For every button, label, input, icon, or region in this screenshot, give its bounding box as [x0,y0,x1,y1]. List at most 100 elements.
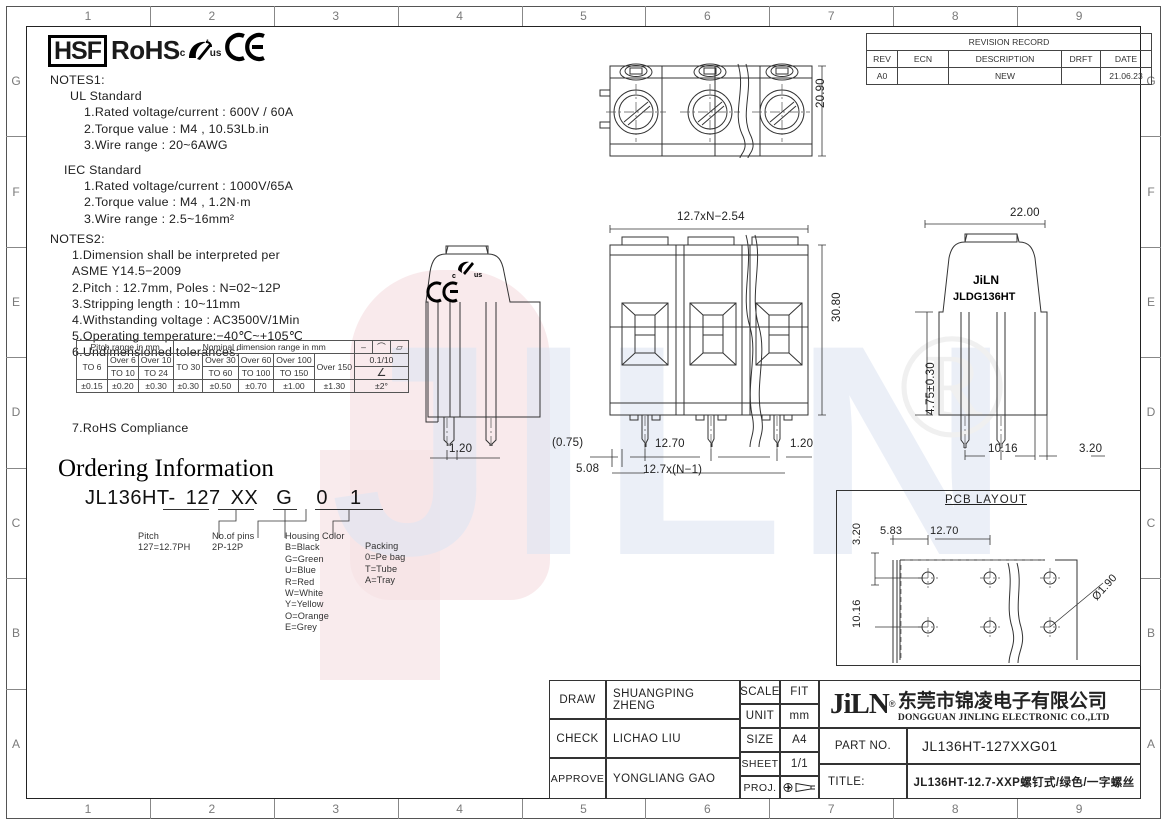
tol-r2-c8: Over 150 [313,353,355,380]
zone-divider [1141,467,1161,469]
legend-packing-line4: A=Tray [365,575,396,586]
zone-divider [397,6,399,26]
ce-glyph-icon [224,32,265,62]
tolerance-table: Pitch range in mm Nominal dimension rang… [75,340,409,393]
notes2-item-1: 1.Dimension shall be interpreted per [72,248,281,263]
legend-color-line3: G=Green [285,553,324,564]
ul-c-label: c [179,47,186,59]
front-view-width-dimension: 12.7xN−2.54 [677,211,745,223]
tb-check-value: LICHAO LIU [606,719,740,758]
tb-size-value: A4 [780,728,819,752]
zone-top-9: 9 [1075,9,1083,23]
zone-right-D: D [1146,405,1156,420]
zone-divider [6,246,26,248]
tol-v5: ±0.50 [202,379,239,393]
zone-top-7: 7 [827,9,835,23]
wire-port-3 [755,302,803,366]
ce-mark-on-body [426,281,458,303]
ul-mark-on-body: c us [452,261,482,280]
front-view-drawing [590,225,826,474]
zone-top-5: 5 [580,9,587,23]
tb-projection-symbol-icon [780,776,819,799]
notes1-ul-item-3: 3.Wire range : 20~6AWG [84,137,228,152]
tol-v8: ±1.30 [313,379,355,393]
zone-divider [6,578,26,580]
ord-part-pack1: 1 [349,487,362,509]
zone-divider [273,799,275,819]
pcb-dim-583: 5.83 [880,525,903,537]
pcb-dim-1270: 12.70 [930,525,959,537]
legend-pins-line2: 2P-12P [212,542,244,553]
tolerance-header-row: Pitch range in mm Nominal dimension rang… [75,340,409,354]
legend-color-line6: W=White [285,588,324,599]
legend-pitch-line2: 127=12.7PH [138,542,191,553]
tol-r2-c7: Over 100 [273,353,315,367]
legend-packing-line1: Packing [365,541,399,551]
rev-col-drft: DRFT [1061,50,1101,68]
zone-bottom-7: 7 [827,802,835,816]
side-view-right-dim-1016: 10.16 [988,443,1018,455]
side-view-left-drawing: c us [425,245,541,460]
tol-r2-c1: TO 6 [76,353,108,380]
legend-color-line4: U=Blue [285,565,316,576]
side-view-brand-text: JiLN [973,273,999,287]
tol-v3: ±0.30 [137,379,175,393]
tol-v2: ±0.20 [107,379,139,393]
zone-left-D: D [11,405,21,420]
front-view-height-dimension: 30.80 [831,292,843,322]
tol-right-bot: ±2° [353,379,409,393]
notes1-iec-item-3: 3.Wire range : 2.5~16mm² [84,211,235,226]
tb-approve-label: APPROVE [549,758,606,799]
tb-draw-value: SHUANGPING ZHENG [606,680,740,719]
tol-r2-c4: TO 30 [173,353,204,380]
rev-col-rev: REV [866,50,898,68]
tol-r2-c5: Over 30 [202,353,239,367]
revision-title-row: REVISION RECORD [866,33,1152,51]
notes1-ul-item-2: 2.Torque value : M4 , 10.53Lb.in [84,121,270,136]
legend-color-line7: Y=Yellow [285,599,324,610]
zone-top-4: 4 [456,9,463,23]
tolerance-row-over: TO 6 Over 6 Over 10 TO 30 Over 30 Over 6… [76,353,409,380]
zone-bottom-9: 9 [1075,802,1083,816]
tol-r2-c3: Over 10 [137,353,175,367]
notes1-iec-item-2: 2.Torque value : M4 , 1.2N·m [84,195,251,210]
zone-top-8: 8 [951,9,959,23]
front-view-dim-120: 1.20 [790,438,814,450]
ord-part-pins: XX [230,487,259,509]
notes2-item-1b: ASME Y14.5−2009 [72,264,182,279]
tb-approve-value: YONGLIANG GAO [606,758,740,799]
zone-divider [1017,6,1019,26]
legend-color-line1: Housing Color [285,531,345,541]
zone-divider [273,6,275,26]
revision-title: REVISION RECORD [866,33,1152,51]
zone-divider [893,6,895,26]
tol-v6: ±0.70 [237,379,275,393]
zone-top-6: 6 [704,9,711,23]
side-view-right-dim-320: 3.20 [1079,443,1103,455]
tol-header-pitch: Pitch range in mm [75,340,175,354]
zone-right-B: B [1146,626,1155,641]
ul-us-label: us [209,47,222,59]
tb-sheet-label: SHEET [740,752,780,776]
tol-r3-c7: TO 150 [273,366,315,380]
side-view-right-width-dim: 22.00 [1010,207,1040,219]
top-view-drawing [599,63,826,159]
title-block: DRAW SHUANGPING ZHENG CHECK LICHAO LIU A… [549,680,1141,799]
tb-proj-label: PROJ. [740,776,780,799]
zone-divider [1141,578,1161,580]
revision-header-row: REV ECN DESCRIPTION DRFT DATE [866,50,1152,68]
legend-pins-line1: No.of pins [212,531,255,541]
rev-col-date: DATE [1100,50,1152,68]
side-view-model-text: JLDG136HT [953,291,1016,303]
zone-divider [521,6,523,26]
rev-val-date: 21.06.23 [1100,67,1152,85]
ordering-legend-pitch: Pitch 127=12.7PH [138,531,190,554]
zone-divider [6,688,26,690]
tb-partno-value: JL136HT-127XXG01 [907,728,1141,764]
tb-scale-label: SCALE [740,680,780,704]
tolerance-row-to: TO 10 TO 24 TO 60 TO 100 TO 150 ∠ [77,366,409,380]
tol-sym-dash: – [353,340,373,354]
pcb-hole-5 [980,617,1000,637]
tol-v4: ±0.30 [173,379,204,393]
legend-color-line5: R=Red [285,576,315,587]
